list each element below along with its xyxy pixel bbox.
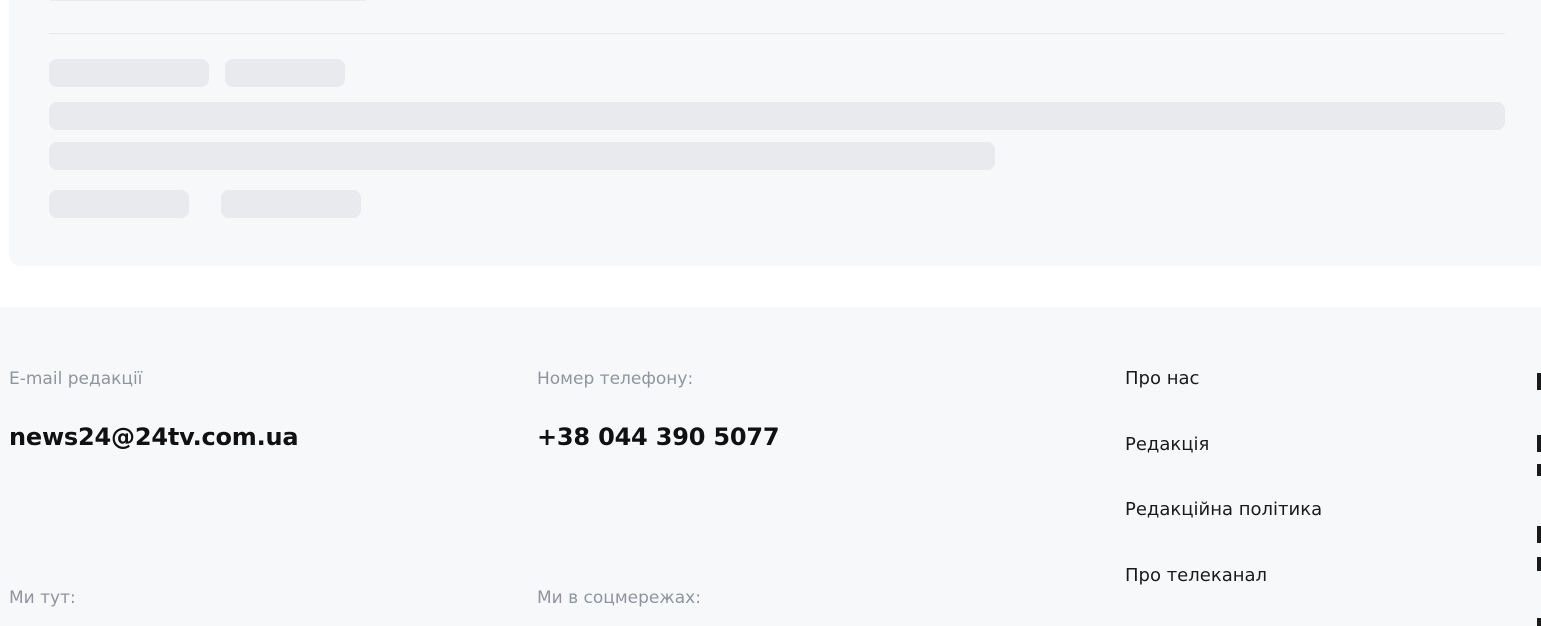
clipped-text-fragment (1537, 435, 1541, 452)
location-label: Ми тут: (9, 588, 76, 608)
phone-link[interactable]: +38 044 390 5077 (537, 423, 780, 451)
email-link[interactable]: news24@24tv.com.ua (9, 423, 299, 451)
clipped-text-fragment (1537, 373, 1541, 390)
clipped-text-fragment (1537, 526, 1541, 543)
clipped-text-fragment (1537, 464, 1541, 476)
social-label: Ми в соцмережах: (537, 588, 701, 608)
divider (49, 33, 1505, 34)
skeleton-line (49, 102, 1505, 130)
skeleton-card (9, 0, 1541, 266)
email-label: E-mail редакції (9, 369, 143, 389)
skeleton-meta (221, 190, 361, 218)
phone-label: Номер телефону: (537, 369, 694, 389)
footer-link-tv-channel[interactable]: Про телеканал (1125, 565, 1267, 586)
skeleton-line (50, 0, 366, 1)
site-footer: E-mail редакції news24@24tv.com.ua Номер… (0, 307, 1541, 626)
skeleton-tag (49, 59, 209, 87)
skeleton-line (49, 142, 995, 170)
skeleton-tag (225, 59, 345, 87)
clipped-text-fragment (1537, 618, 1541, 626)
clipped-text-fragment (1537, 557, 1541, 571)
footer-link-about[interactable]: Про нас (1125, 368, 1199, 389)
skeleton-meta (49, 190, 189, 218)
footer-link-editorial-policy[interactable]: Редакційна політика (1125, 499, 1322, 520)
footer-link-editorial[interactable]: Редакція (1125, 434, 1209, 455)
